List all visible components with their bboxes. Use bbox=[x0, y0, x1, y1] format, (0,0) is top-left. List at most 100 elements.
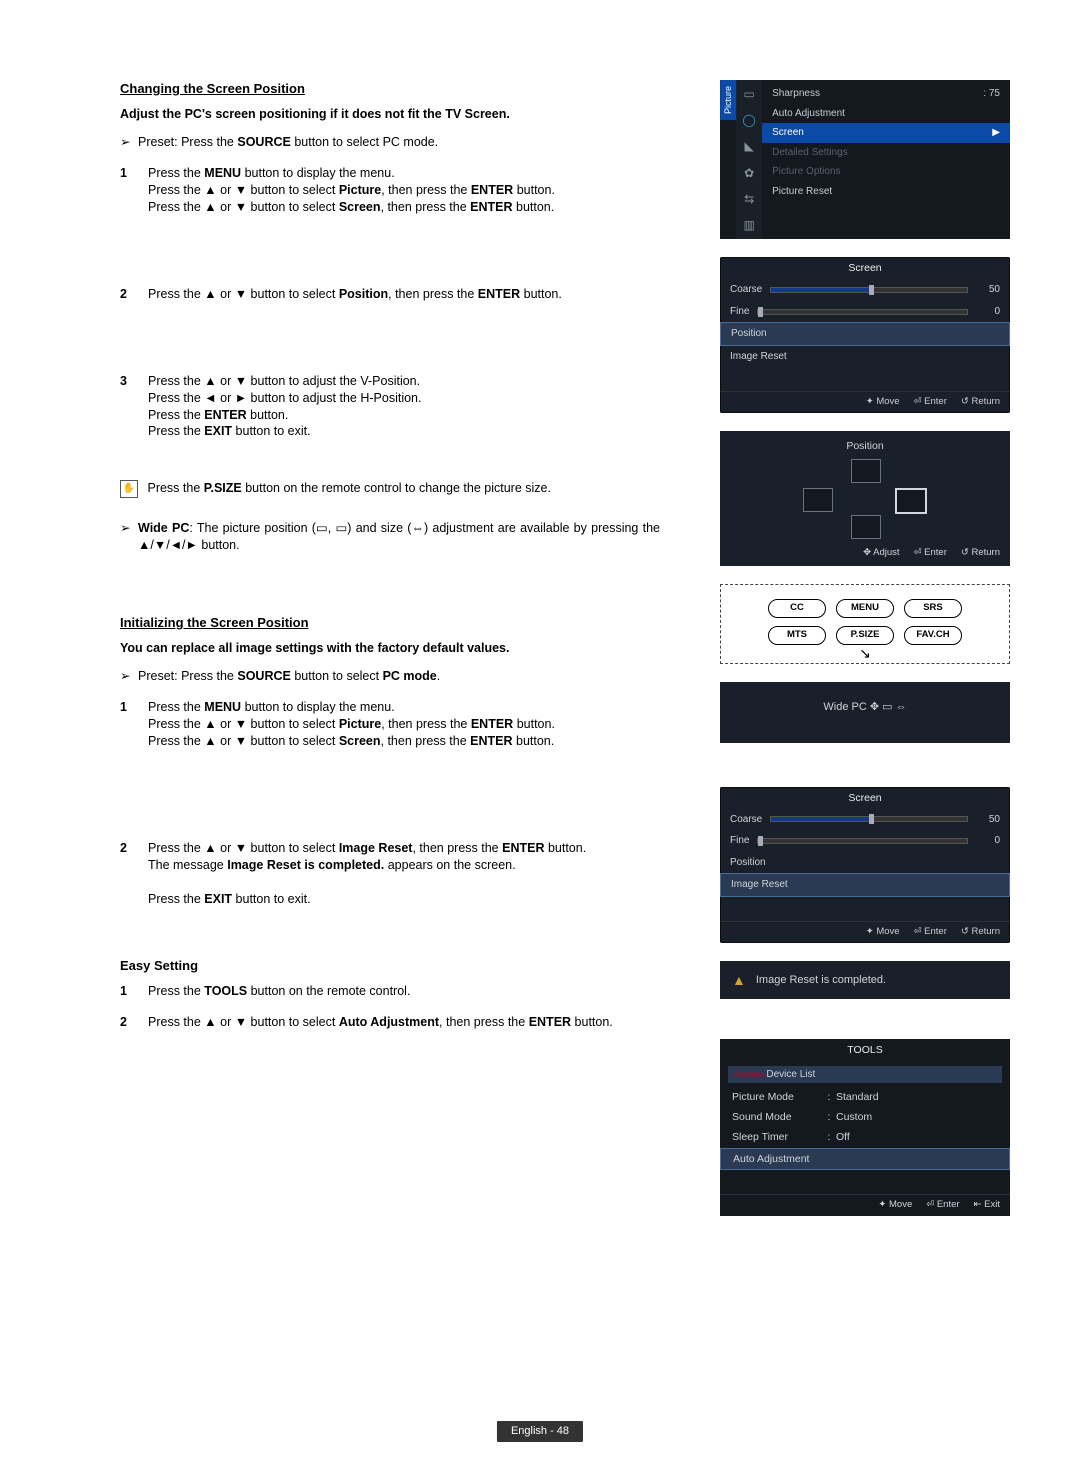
t: Coarse bbox=[730, 283, 762, 297]
t: Sharpness bbox=[772, 87, 820, 101]
sec2-steps: 1 Press the MENU button to display the m… bbox=[120, 699, 660, 907]
t: ENTER bbox=[204, 408, 246, 422]
t: Press the ▲ or ▼ button to select bbox=[148, 287, 339, 301]
screen-row-selected: Screen▶ bbox=[762, 123, 1010, 143]
t: MENU bbox=[204, 166, 241, 180]
t: Auto Adjustment bbox=[772, 107, 845, 121]
t: button on the remote control. bbox=[247, 984, 410, 998]
t: 50 bbox=[976, 283, 1000, 297]
t: EXIT bbox=[204, 424, 232, 438]
t: Device List bbox=[766, 1069, 815, 1080]
t: Press the ▲ or ▼ button to select bbox=[148, 200, 339, 214]
t: Press the bbox=[148, 700, 204, 714]
srs-button: SRS bbox=[904, 599, 962, 618]
t: Screen bbox=[339, 734, 381, 748]
mts-button: MTS bbox=[768, 626, 826, 645]
psize-note: ✋ Press the P.SIZE button on the remote … bbox=[120, 480, 660, 498]
app-icon: ▥ bbox=[743, 217, 754, 233]
t: ↺ Return bbox=[961, 926, 1000, 939]
note-icon: ✋ bbox=[120, 480, 138, 498]
dpad-right-icon bbox=[895, 488, 927, 514]
t: ⏎ Enter bbox=[926, 1199, 959, 1212]
t: Press the bbox=[148, 408, 204, 422]
t: Off bbox=[836, 1130, 850, 1144]
t: Standard bbox=[836, 1090, 879, 1104]
picture-tab: Picture bbox=[720, 80, 736, 120]
sec1-preset: Preset: Press the SOURCE button to selec… bbox=[120, 134, 660, 151]
image-reset-message: ▲ Image Reset is completed. bbox=[720, 961, 1010, 1000]
dpad-down-icon bbox=[851, 515, 881, 539]
t: button. bbox=[513, 734, 555, 748]
t: ✥ Adjust bbox=[863, 547, 899, 560]
pointer-arrow-icon: ↘ bbox=[859, 644, 871, 663]
t: ENTER bbox=[502, 841, 544, 855]
t: Picture bbox=[339, 717, 381, 731]
t: button to exit. bbox=[232, 892, 311, 906]
t: Screen bbox=[339, 200, 381, 214]
t: Picture bbox=[339, 183, 381, 197]
t: ⏎ Enter bbox=[914, 547, 947, 560]
t: Image Reset bbox=[339, 841, 413, 855]
t: button to exit. bbox=[232, 424, 311, 438]
t: Press the ▲ or ▼ button to select bbox=[148, 734, 339, 748]
t: Picture Mode bbox=[732, 1090, 822, 1104]
position-osd: Position ✥ Adjust ⏎ Enter ↺ Return bbox=[720, 431, 1010, 566]
t: Screen bbox=[772, 126, 804, 140]
t: Picture Reset bbox=[772, 185, 832, 199]
menu-button: MENU bbox=[836, 599, 894, 618]
sec1-title: Changing the Screen Position bbox=[120, 80, 660, 98]
t: Image Reset bbox=[730, 350, 787, 364]
t: , then press the bbox=[412, 841, 502, 855]
tv-icon: ▭ bbox=[743, 86, 754, 102]
t: Preset: Press the bbox=[138, 135, 237, 149]
sec2-title: Initializing the Screen Position bbox=[120, 614, 660, 632]
gear-icon: ✿ bbox=[744, 165, 754, 181]
t: ✦ Move bbox=[866, 396, 900, 409]
t: . bbox=[437, 669, 440, 683]
t: EXIT bbox=[204, 892, 232, 906]
t: : 75 bbox=[983, 87, 1000, 101]
t: Auto Adjustment bbox=[733, 1152, 809, 1166]
t: button. bbox=[247, 408, 289, 422]
input-icon: ⇆ bbox=[744, 191, 754, 207]
position-row-selected: Position bbox=[720, 322, 1010, 346]
t: button. bbox=[571, 1015, 613, 1029]
widepc-osd: Wide PC ✥ ▭ ⇔ bbox=[720, 682, 1010, 743]
t: Press the ▲ or ▼ button to select bbox=[148, 183, 339, 197]
t: button. bbox=[520, 287, 562, 301]
t: ENTER bbox=[471, 717, 513, 731]
t: : The picture position (▭, ▭) and size (… bbox=[138, 521, 660, 552]
osd-title: Screen bbox=[720, 257, 1010, 279]
sec3-title: Easy Setting bbox=[120, 957, 660, 975]
t: button to display the menu. bbox=[241, 700, 395, 714]
t: Sound Mode bbox=[732, 1110, 822, 1124]
t: 50 bbox=[976, 813, 1000, 827]
t: PC mode bbox=[383, 669, 437, 683]
osd-title: Position bbox=[720, 439, 1010, 453]
t: ⇤ Exit bbox=[974, 1199, 1000, 1212]
t: ↺ Return bbox=[961, 547, 1000, 560]
sec3-steps: 1 Press the TOOLS button on the remote c… bbox=[120, 983, 660, 1031]
t: , then press the bbox=[388, 287, 478, 301]
t: Press the ▲ or ▼ button to select bbox=[148, 841, 339, 855]
t: , then press the bbox=[439, 1015, 529, 1029]
t: Detailed Settings bbox=[772, 146, 848, 160]
t: button to select bbox=[291, 669, 383, 683]
t: Custom bbox=[836, 1110, 872, 1124]
osd-title: TOOLS bbox=[720, 1039, 1010, 1061]
t: Press the bbox=[148, 424, 204, 438]
sec2-preset: Preset: Press the SOURCE button to selec… bbox=[120, 668, 660, 685]
t: , then press the bbox=[381, 200, 471, 214]
picture-menu-osd: Picture ▭ ◯ ◣ ✿ ⇆ ▥ Sharpness: 75 Auto A… bbox=[720, 80, 1010, 239]
t: Wide PC bbox=[138, 521, 189, 535]
t: 0 bbox=[976, 305, 1000, 319]
t: ENTER bbox=[478, 287, 520, 301]
t: ⏎ Enter bbox=[914, 926, 947, 939]
t: Coarse bbox=[730, 813, 762, 827]
sec1-sub: Adjust the PC's screen positioning if it… bbox=[120, 106, 660, 123]
t: Preset: Press the bbox=[138, 669, 237, 683]
sec2-sub: You can replace all image settings with … bbox=[120, 640, 660, 657]
dpad-left-icon bbox=[803, 488, 833, 512]
widepc-note: Wide PC: The picture position (▭, ▭) and… bbox=[120, 520, 660, 554]
anynet-row: Anynet+ Device List bbox=[728, 1066, 1002, 1084]
